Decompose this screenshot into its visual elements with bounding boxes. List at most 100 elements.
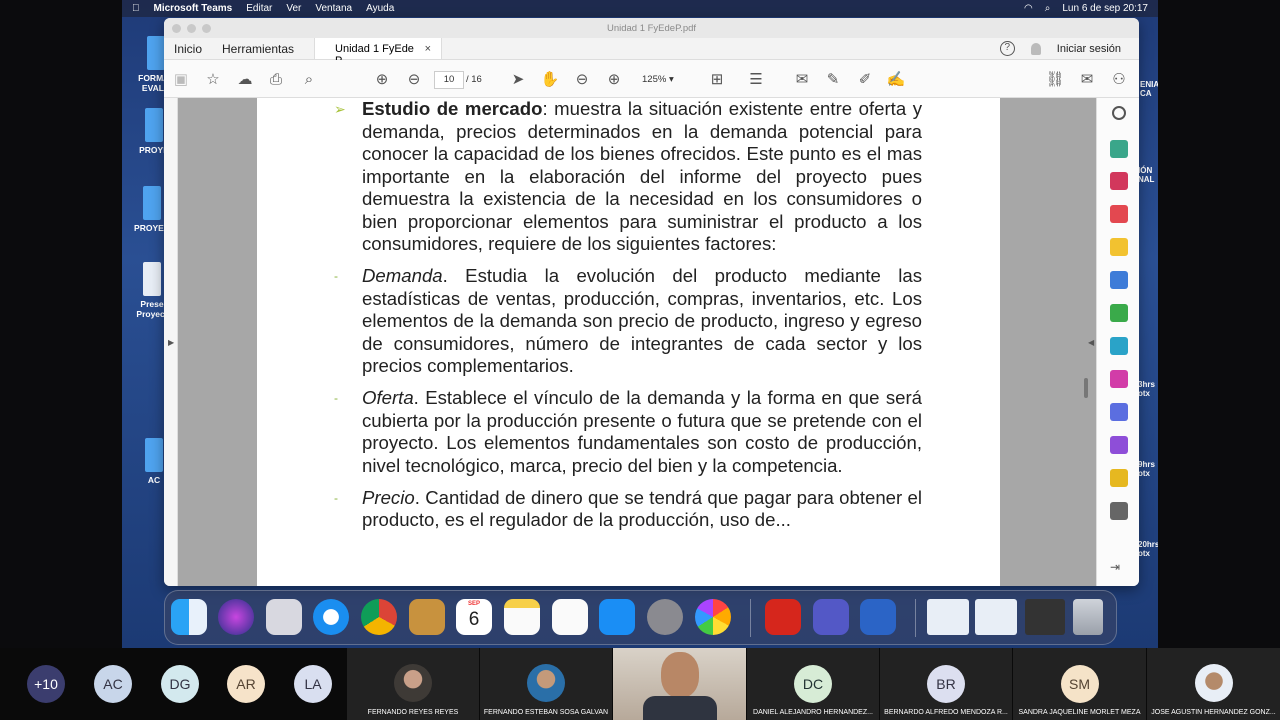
minimized-window-thumbnail[interactable] bbox=[927, 599, 969, 635]
scan-icon[interactable] bbox=[1110, 469, 1128, 487]
page-layout-icon[interactable]: ⊞ bbox=[708, 70, 726, 88]
photos-icon[interactable] bbox=[695, 599, 731, 635]
collapse-rail-icon[interactable]: ⇥ bbox=[1110, 560, 1128, 578]
menu-editar[interactable]: Editar bbox=[246, 3, 272, 14]
desktop-label-right: 20hrs otx bbox=[1138, 540, 1158, 558]
export-pdf-icon[interactable] bbox=[1110, 205, 1128, 223]
highlight-icon[interactable]: ✎ bbox=[824, 70, 842, 88]
calendar-day: 6 bbox=[468, 609, 480, 630]
participant-tile[interactable]: DC DANIEL ALEJANDRO HERNANDEZ... bbox=[747, 648, 879, 720]
notes-icon[interactable] bbox=[504, 599, 540, 635]
paragraph-precio: - Precio. Cantidad de dinero que se tend… bbox=[334, 487, 922, 532]
acrobat-toolbar: ▣ ☆ ☁ ⎙ ⌕ ⊕ ⊖ 10 / 16 ➤ ✋ ⊖ ⊕ 125% ▾ ⊞ ☰… bbox=[164, 60, 1139, 98]
upload-cloud-icon[interactable]: ☁ bbox=[236, 70, 254, 88]
vertical-scrollbar[interactable] bbox=[1084, 378, 1088, 398]
reminders-icon[interactable] bbox=[552, 599, 588, 635]
teams-icon[interactable] bbox=[813, 599, 849, 635]
arrow-bullet-icon: ➢ bbox=[334, 101, 346, 117]
search-icon[interactable]: ⌕ bbox=[1045, 3, 1051, 14]
participant-avatar-dg[interactable]: DG bbox=[161, 665, 199, 703]
chrome-icon[interactable] bbox=[361, 599, 397, 635]
combine-files-icon[interactable] bbox=[1110, 271, 1128, 289]
draw-icon[interactable]: ✐ bbox=[856, 70, 874, 88]
paragraph-text: . Estudia la evolución del producto medi… bbox=[362, 265, 922, 376]
help-icon[interactable]: ? bbox=[999, 41, 1015, 56]
participant-avatar-ac[interactable]: AC bbox=[94, 665, 132, 703]
finder-icon[interactable] bbox=[171, 599, 207, 635]
next-page-icon[interactable]: ⊖ bbox=[405, 70, 423, 88]
menu-ver[interactable]: Ver bbox=[286, 3, 301, 14]
participant-tile[interactable]: SM SANDRA JAQUELINE MORLET MEZA bbox=[1013, 648, 1146, 720]
apple-icon[interactable]:  bbox=[132, 3, 140, 14]
menu-ventana[interactable]: Ventana bbox=[315, 3, 352, 14]
left-panel-toggle[interactable]: ▶ bbox=[164, 98, 178, 586]
zoom-select[interactable]: 125% ▾ bbox=[634, 71, 692, 89]
siri-icon[interactable] bbox=[218, 599, 254, 635]
wifi-icon[interactable]: ◠ bbox=[1024, 3, 1033, 14]
organize-pages-icon[interactable] bbox=[1110, 172, 1128, 190]
system-preferences-icon[interactable] bbox=[647, 599, 683, 635]
signin-button[interactable]: Iniciar sesión bbox=[1057, 43, 1121, 55]
participant-tile[interactable]: FERNANDO ESTEBAN SOSA GALVAN bbox=[480, 648, 612, 720]
search-icon[interactable]: ⌕ bbox=[300, 70, 318, 88]
acrobat-icon[interactable] bbox=[765, 599, 801, 635]
contacts-icon[interactable] bbox=[409, 599, 445, 635]
participant-tile[interactable]: BR BERNARDO ALFREDO MENDOZA R... bbox=[880, 648, 1012, 720]
chevron-left-icon[interactable]: ◀ bbox=[1088, 338, 1094, 347]
edit-pdf-icon[interactable] bbox=[1110, 370, 1128, 388]
zoom-search-icon[interactable] bbox=[1112, 106, 1126, 120]
print-icon[interactable]: ⎙ bbox=[267, 70, 285, 88]
star-icon[interactable]: ☆ bbox=[204, 70, 222, 88]
menu-ayuda[interactable]: Ayuda bbox=[366, 3, 394, 14]
participant-tile[interactable]: JOSE AGUSTIN HERNANDEZ GONZ... bbox=[1147, 648, 1280, 720]
participant-tile[interactable]: FERNANDO REYES REYES bbox=[347, 648, 479, 720]
create-pdf-icon[interactable] bbox=[1110, 140, 1128, 158]
protect-shield-icon[interactable] bbox=[1110, 403, 1128, 421]
word-icon[interactable] bbox=[860, 599, 896, 635]
participant-avatar-la[interactable]: LA bbox=[294, 665, 332, 703]
comment-icon[interactable]: ✉ bbox=[793, 70, 811, 88]
participant-photo bbox=[1194, 664, 1233, 702]
close-tab-icon[interactable]: × bbox=[425, 43, 431, 59]
mac-dock: SEP 6 bbox=[164, 590, 1117, 645]
launchpad-icon[interactable] bbox=[266, 599, 302, 635]
stamp-icon[interactable]: ✍ bbox=[887, 70, 906, 88]
scroll-mode-icon[interactable]: ☰ bbox=[747, 70, 765, 88]
menubar-clock[interactable]: Lun 6 de sep 20:17 bbox=[1062, 3, 1148, 14]
participant-name: BERNARDO ALFREDO MENDOZA R... bbox=[884, 709, 1008, 716]
bell-icon[interactable] bbox=[1030, 42, 1041, 55]
more-participants-button[interactable]: +10 bbox=[27, 665, 65, 703]
paragraph-text: . Establece el vínculo de la demanda y l… bbox=[362, 387, 922, 476]
page-number-input[interactable]: 10 bbox=[434, 71, 464, 89]
app-store-icon[interactable] bbox=[599, 599, 635, 635]
compress-icon[interactable] bbox=[1110, 304, 1128, 322]
minimized-window-thumbnail[interactable] bbox=[975, 599, 1017, 635]
menu-app-name[interactable]: Microsoft Teams bbox=[154, 3, 233, 14]
trash-icon[interactable] bbox=[1073, 599, 1103, 635]
add-user-icon[interactable]: ⚇ bbox=[1110, 70, 1128, 88]
participant-video-tile[interactable] bbox=[613, 648, 746, 720]
document-tab[interactable]: Unidad 1 FyEde P... × bbox=[314, 38, 443, 67]
hand-tool-icon[interactable]: ✋ bbox=[541, 70, 560, 88]
participant-name: SANDRA JAQUELINE MORLET MEZA bbox=[1018, 709, 1141, 716]
document-viewport[interactable]: ▶ ➢ Estudio de mercado: muestra la situa… bbox=[164, 98, 1096, 586]
tab-herramientas[interactable]: Herramientas bbox=[212, 38, 304, 59]
zoom-out-icon[interactable]: ⊖ bbox=[573, 70, 591, 88]
tab-inicio[interactable]: Inicio bbox=[164, 38, 212, 59]
desktop-label: Prese Proyect bbox=[136, 299, 168, 319]
participant-avatar-ar[interactable]: AR bbox=[227, 665, 265, 703]
calendar-icon[interactable]: SEP 6 bbox=[456, 599, 492, 635]
minimized-window-thumbnail[interactable] bbox=[1025, 599, 1065, 635]
zoom-in-icon[interactable]: ⊕ bbox=[605, 70, 623, 88]
convert-icon[interactable] bbox=[1110, 337, 1128, 355]
email-icon[interactable]: ✉ bbox=[1078, 70, 1096, 88]
comment-tool-icon[interactable] bbox=[1110, 238, 1128, 256]
fill-sign-icon[interactable] bbox=[1110, 436, 1128, 454]
link-icon[interactable]: ⛓ bbox=[1045, 70, 1064, 88]
safari-icon[interactable] bbox=[313, 599, 349, 635]
save-icon[interactable]: ▣ bbox=[172, 70, 190, 88]
select-cursor-icon[interactable]: ➤ bbox=[509, 70, 527, 88]
previous-page-icon[interactable]: ⊕ bbox=[373, 70, 391, 88]
document-tab-label: Unidad 1 FyEde P... bbox=[335, 43, 414, 67]
more-tools-icon[interactable] bbox=[1110, 502, 1128, 520]
